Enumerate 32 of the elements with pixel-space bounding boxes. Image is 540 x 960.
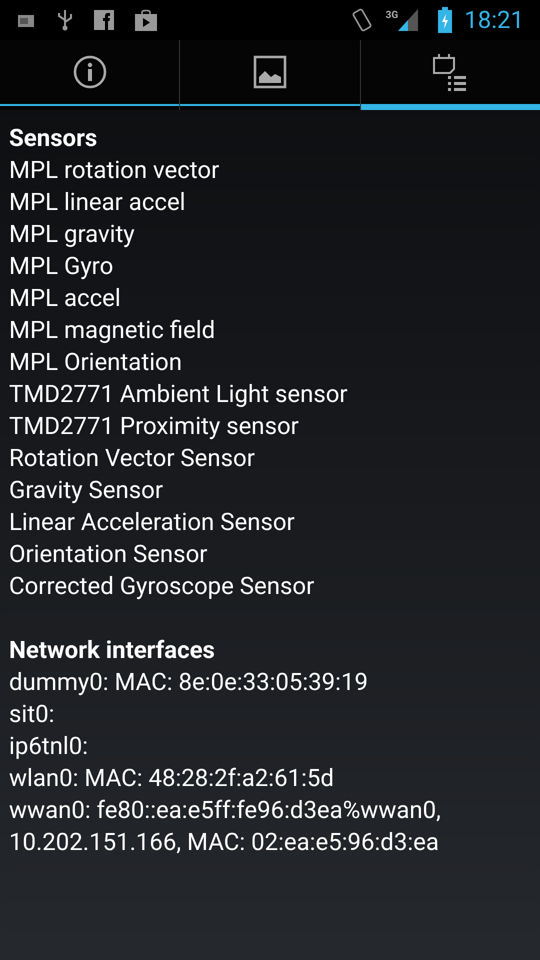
info-line: MPL accel (9, 283, 122, 314)
info-line: MPL gravity (9, 219, 136, 250)
info-line: TMD2771 Ambient Light sensor (9, 379, 349, 410)
info-line: MPL linear accel (9, 187, 187, 218)
section-heading: Network interfaces (9, 635, 216, 666)
clock: 18:21 (464, 8, 524, 32)
info-line: Linear Acceleration Sensor (9, 507, 296, 538)
battery-charging-icon (438, 7, 452, 33)
info-line: sit0: (9, 699, 56, 730)
info-line: MPL Orientation (9, 347, 183, 378)
section-heading: Sensors (9, 123, 98, 154)
info-line: TMD2771 Proximity sensor (9, 411, 300, 442)
info-line: MPL rotation vector (9, 155, 220, 186)
info-line: MPL magnetic field (9, 315, 216, 346)
info-line: MPL Gyro (9, 251, 114, 282)
rotate-phone-icon (350, 7, 374, 33)
network-type: 3G (386, 11, 398, 21)
image-icon (252, 55, 287, 89)
info-line: Rotation Vector Sensor (9, 443, 256, 474)
play-store-icon (134, 9, 158, 31)
info-line: dummy0: MAC: 8e:0e:33:05:39:19 (9, 667, 369, 698)
info-line: Corrected Gyroscope Sensor (9, 571, 316, 602)
info-line: Orientation Sensor (9, 539, 208, 570)
usb-icon (56, 8, 74, 32)
info-icon (72, 55, 107, 89)
info-line: wwan0: fe80::ea:e5ff:fe96:d3ea%wwan0, 10.202.151.166, MAC: 02:ea:e5:96:d3:ea (9, 795, 442, 858)
signal-icon (398, 9, 418, 31)
info-line: Gravity Sensor (9, 475, 164, 506)
info-line: ip6tnl0: (9, 731, 90, 762)
info-line: wlan0: MAC: 48:28:2f:a2:61:5d (9, 763, 335, 794)
calendar-list-icon (432, 52, 468, 92)
facebook-icon (94, 10, 114, 30)
